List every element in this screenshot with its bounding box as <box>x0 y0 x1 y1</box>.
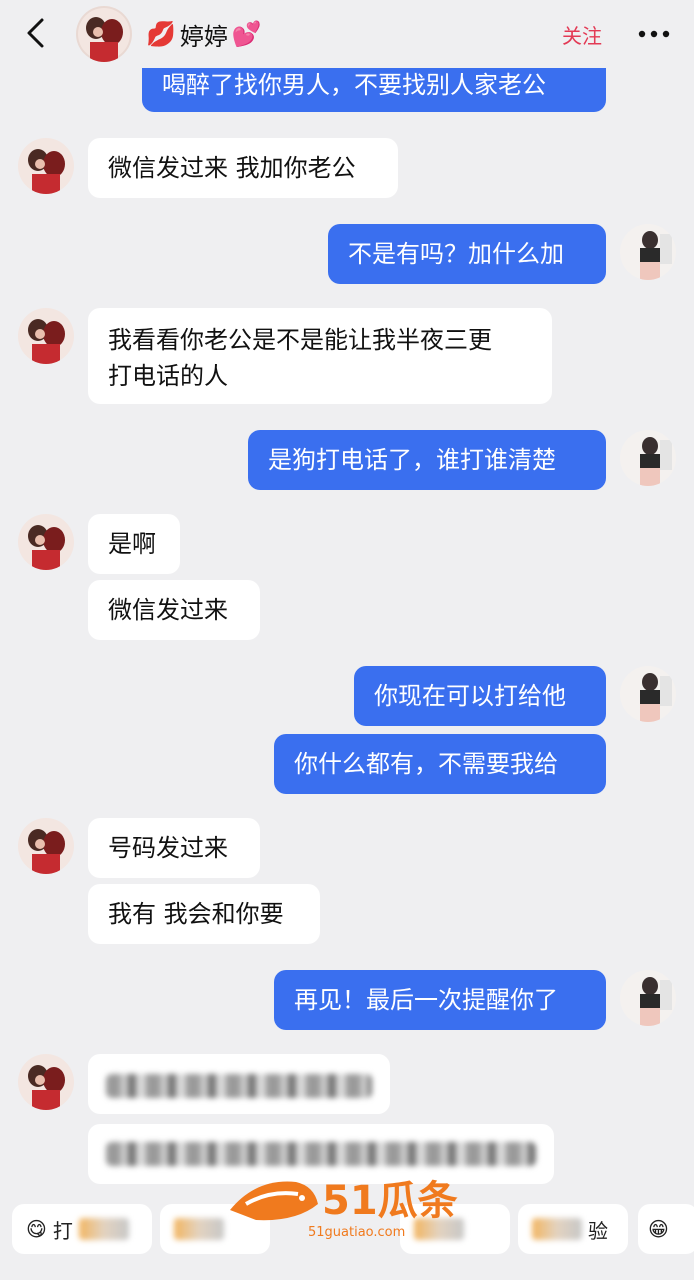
user-avatar[interactable] <box>620 970 676 1026</box>
message-text: 号码发过来 <box>108 834 228 862</box>
quick-reply-chip[interactable]: 😁 <box>638 1204 694 1254</box>
more-dots-icon <box>638 30 670 38</box>
message-bubble[interactable]: 再见！最后一次提醒你了 <box>274 970 606 1030</box>
chat-header: 💋 婷婷 💕 关注 <box>0 0 694 68</box>
contact-avatar[interactable] <box>18 1054 74 1110</box>
message-bubble[interactable]: 是啊 <box>88 514 180 574</box>
message-text-line: 打电话的人 <box>108 362 228 390</box>
message-text: 不是有吗？加什么加 <box>348 240 564 268</box>
watermark-url: 51guatiao.com <box>308 1225 405 1240</box>
message-text-line: 我看看你老公是不是能让我半夜三更 <box>108 326 492 354</box>
smile-emoji-icon: 😋 <box>26 1217 47 1241</box>
message-text: 微信发过来 我加你老公 <box>108 154 356 182</box>
lips-icon: 💋 <box>146 20 176 48</box>
back-button[interactable] <box>20 16 54 50</box>
contact-avatar[interactable] <box>18 138 74 194</box>
more-button[interactable] <box>636 20 672 48</box>
chevron-left-icon <box>27 18 44 48</box>
contact-avatar[interactable] <box>18 818 74 874</box>
blurred-text <box>106 1074 372 1098</box>
contact-avatar[interactable] <box>76 6 132 62</box>
follow-button[interactable]: 关注 <box>562 20 602 49</box>
message-bubble[interactable]: 不是有吗？加什么加 <box>328 224 606 284</box>
blurred-text <box>532 1218 582 1240</box>
hearts-icon: 💕 <box>231 20 262 48</box>
watermark-logo: 51瓜条 51guatiao.com <box>226 1160 476 1244</box>
quick-reply-chip[interactable]: 😋 打 <box>12 1204 152 1254</box>
message-bubble[interactable]: 我看看你老公是不是能让我半夜三更 打电话的人 <box>88 308 552 404</box>
contact-avatar[interactable] <box>18 514 74 570</box>
message-text: 是狗打电话了，谁打谁清楚 <box>268 446 556 474</box>
user-avatar[interactable] <box>620 224 676 280</box>
user-avatar[interactable] <box>620 666 676 722</box>
message-text: 是啊 <box>108 530 156 558</box>
message-text: 再见！最后一次提醒你了 <box>294 986 558 1014</box>
message-bubble[interactable]: 微信发过来 我加你老公 <box>88 138 398 198</box>
message-bubble[interactable]: 号码发过来 <box>88 818 260 878</box>
blurred-message-bubble[interactable] <box>88 1054 390 1114</box>
blurred-text <box>174 1218 224 1240</box>
message-text: 你现在可以打给他 <box>374 682 566 710</box>
contact-name-text: 婷婷 <box>179 22 228 51</box>
blurred-text <box>78 1218 129 1240</box>
message-bubble[interactable]: 微信发过来 <box>88 580 260 640</box>
message-text: 微信发过来 <box>108 596 228 624</box>
message-text: 你什么都有，不需要我给 <box>294 750 558 778</box>
message-bubble[interactable]: 我有 我会和你要 <box>88 884 320 944</box>
message-bubble[interactable]: 是狗打电话了，谁打谁清楚 <box>248 430 606 490</box>
contact-name: 💋 婷婷 💕 <box>146 18 262 51</box>
watermark-brand: 51瓜条 <box>322 1178 458 1224</box>
user-avatar[interactable] <box>620 430 676 486</box>
quick-reply-chip[interactable]: 验 <box>518 1204 628 1254</box>
message-text: 喝醉了找你男人，不要找别人家老公 <box>162 71 546 99</box>
message-bubble[interactable]: 你现在可以打给他 <box>354 666 606 726</box>
grin-emoji-icon: 😁 <box>648 1217 669 1241</box>
message-bubble[interactable]: 你什么都有，不需要我给 <box>274 734 606 794</box>
message-text: 我有 我会和你要 <box>108 900 284 928</box>
quick-reply-label: 验 <box>588 1218 608 1243</box>
quick-reply-label: 打 <box>52 1218 73 1243</box>
contact-avatar[interactable] <box>18 308 74 364</box>
